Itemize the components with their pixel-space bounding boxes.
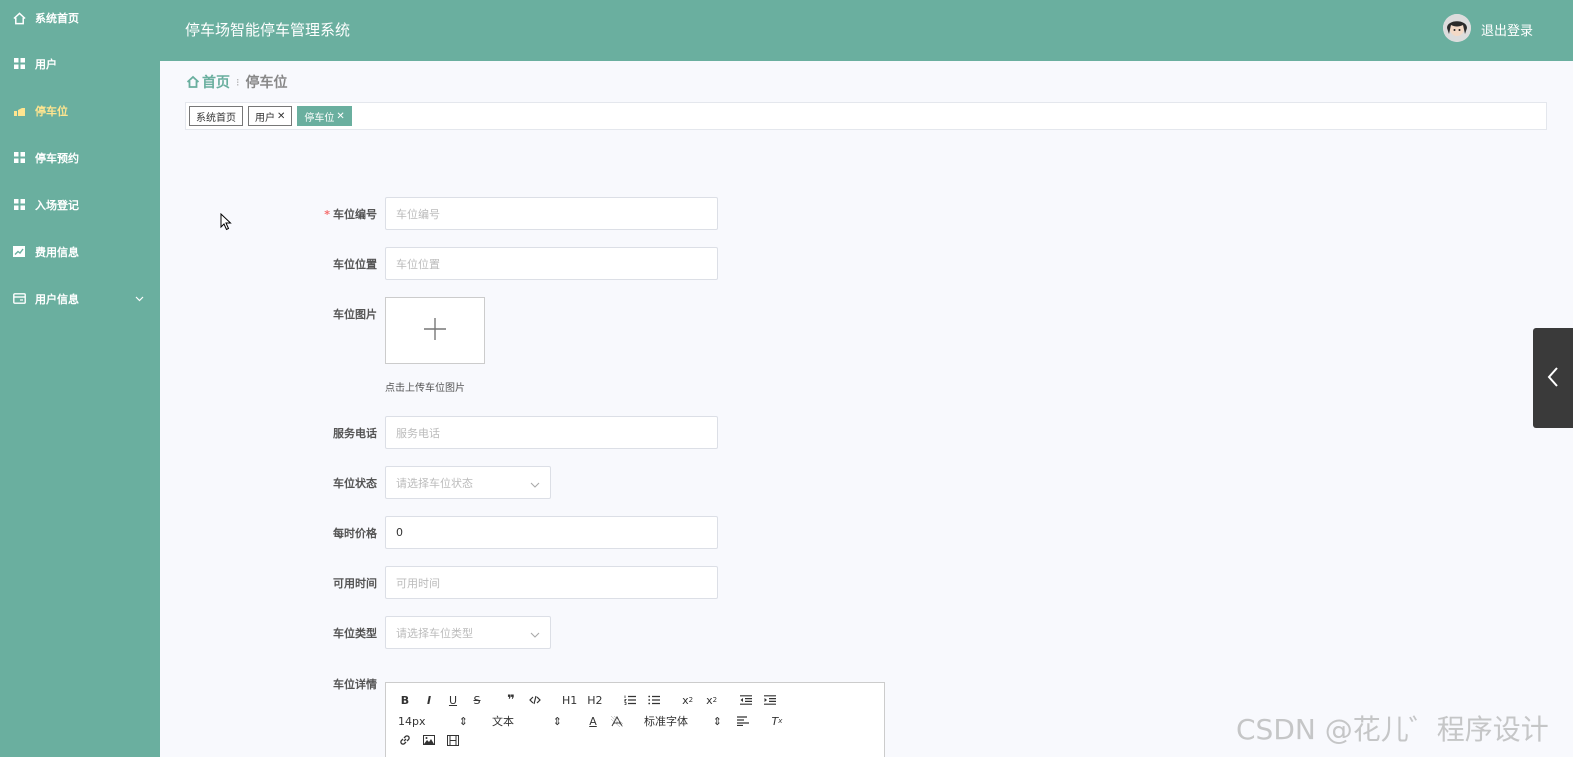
plus-icon: [422, 316, 448, 345]
sidebar-item-label: 系统首页: [35, 12, 79, 25]
slot-image-label: 车位图片: [333, 308, 377, 321]
font-size-picker[interactable]: 14px ⇕: [398, 715, 468, 728]
app-title: 停车场智能停车管理系统: [185, 21, 351, 39]
editor-toolbar-row-1: B I U S ❞ H1 H2 x2 x2: [398, 693, 787, 708]
image-icon[interactable]: [422, 733, 436, 747]
slot-location-input[interactable]: 车位位置: [385, 247, 718, 280]
breadcrumb-current: 停车位: [245, 75, 288, 91]
image-upload-button[interactable]: [385, 297, 485, 364]
grid-icon: [12, 151, 26, 165]
mouse-cursor-icon: [220, 212, 232, 234]
grid-icon: [12, 57, 26, 71]
avatar[interactable]: [1443, 14, 1471, 42]
underline-button[interactable]: U: [446, 693, 460, 707]
sidebar-item-fees[interactable]: 费用信息: [0, 228, 160, 275]
updown-icon: ⇕: [552, 714, 562, 728]
video-icon[interactable]: [446, 733, 460, 747]
header-type-picker[interactable]: 文本 ⇕: [492, 713, 562, 729]
sidebar-item-label: 入场登记: [35, 198, 79, 212]
background-color-icon[interactable]: [610, 714, 624, 728]
editor-toolbar-row-2: 14px ⇕ 文本 ⇕ A 标准字体 ⇕ Tx: [398, 713, 794, 729]
clear-format-icon[interactable]: Tx: [770, 714, 784, 728]
code-block-icon[interactable]: [528, 693, 542, 707]
sidebar-item-label: 用户: [35, 57, 57, 71]
italic-button[interactable]: I: [422, 693, 436, 707]
slot-type-select[interactable]: 请选择车位类型: [385, 616, 551, 649]
slot-number-input[interactable]: 车位编号: [385, 197, 718, 230]
font-family-picker[interactable]: 标准字体 ⇕: [644, 713, 722, 729]
service-phone-label: 服务电话: [333, 427, 377, 440]
home-icon: [186, 75, 200, 89]
sidebar-item-label: 停车位: [35, 104, 68, 118]
upload-tip: 点击上传车位图片: [385, 383, 465, 394]
slot-type-label: 车位类型: [333, 627, 377, 640]
tag-home[interactable]: 系统首页: [189, 106, 243, 126]
slot-status-label: 车位状态: [333, 477, 377, 490]
sidebar-item-reservation[interactable]: 停车预约: [0, 134, 160, 181]
slot-number-label: * 车位编号: [324, 208, 377, 221]
link-icon[interactable]: [398, 733, 412, 747]
align-icon[interactable]: [736, 714, 750, 728]
hourly-price-label: 每时价格: [333, 527, 377, 540]
available-time-input[interactable]: 可用时间: [385, 566, 718, 599]
chevron-left-icon: [1547, 366, 1559, 391]
sidebar-item-entry-registration[interactable]: 入场登记: [0, 181, 160, 228]
parking-icon: [12, 104, 26, 118]
outdent-icon[interactable]: [739, 693, 753, 707]
sidebar-item-user-info[interactable]: 用户信息: [0, 275, 160, 322]
slot-status-select[interactable]: 请选择车位状态: [385, 466, 551, 499]
service-phone-input[interactable]: 服务电话: [385, 416, 718, 449]
tag-users[interactable]: 用户 ✕: [248, 106, 293, 126]
blockquote-icon[interactable]: ❞: [504, 693, 518, 708]
top-header: 停车场智能停车管理系统 退出登录: [160, 0, 1573, 61]
subscript-icon[interactable]: x2: [681, 693, 695, 707]
sidebar-item-home[interactable]: 系统首页: [0, 0, 160, 36]
strikethrough-button[interactable]: S: [470, 693, 484, 707]
chart-icon: [12, 245, 26, 259]
sidebar-item-label: 停车预约: [35, 151, 79, 165]
updown-icon: ⇕: [712, 714, 722, 728]
home-icon: [12, 11, 26, 25]
breadcrumb: 首页 ⁝ 停车位: [186, 72, 288, 92]
rich-text-editor[interactable]: B I U S ❞ H1 H2 x2 x2 14px ⇕ 文本 ⇕ A 标准字体 ⇕ …: [385, 682, 885, 757]
bold-button[interactable]: B: [398, 693, 412, 707]
breadcrumb-separator: ⁝: [236, 75, 240, 89]
card-icon: [12, 292, 26, 306]
breadcrumb-home[interactable]: 首页: [186, 72, 230, 92]
slot-location-label: 车位位置: [333, 258, 377, 271]
grid-icon: [12, 198, 26, 212]
superscript-icon[interactable]: x2: [705, 693, 719, 707]
sidebar-item-label: 费用信息: [35, 245, 79, 259]
heading-1-button[interactable]: H1: [562, 693, 577, 707]
required-mark: *: [324, 208, 330, 221]
chevron-down-icon: [135, 292, 144, 305]
close-icon[interactable]: ✕: [277, 111, 285, 122]
sidebar-item-users[interactable]: 用户: [0, 40, 160, 87]
heading-2-button[interactable]: H2: [587, 693, 602, 707]
tag-parking-slot[interactable]: 停车位 ✕: [297, 106, 352, 126]
editor-toolbar-row-3: [398, 733, 470, 747]
close-icon[interactable]: ✕: [336, 111, 344, 122]
watermark: CSDN @花儿゛程序设计: [1236, 713, 1549, 746]
hourly-price-input[interactable]: 0: [385, 516, 718, 549]
tags-view-bar: 系统首页 用户 ✕ 停车位 ✕: [185, 102, 1547, 130]
chevron-down-icon: [530, 478, 540, 491]
updown-icon: ⇕: [458, 714, 468, 728]
sidebar-item-label: 用户信息: [35, 292, 79, 306]
available-time-label: 可用时间: [333, 577, 377, 590]
font-color-icon[interactable]: A: [586, 714, 600, 728]
chevron-down-icon: [530, 628, 540, 641]
logout-button[interactable]: 退出登录: [1481, 20, 1533, 39]
sidebar: 系统首页 用户 停车位 停车预约 入场登记 费用信息 用户信息: [0, 0, 160, 757]
bullet-list-icon[interactable]: [647, 693, 661, 707]
sidebar-item-parking-slot[interactable]: 停车位: [0, 87, 160, 134]
side-panel-toggle[interactable]: [1533, 328, 1573, 428]
ordered-list-icon[interactable]: [623, 693, 637, 707]
indent-icon[interactable]: [763, 693, 777, 707]
slot-detail-label: 车位详情: [333, 678, 377, 691]
